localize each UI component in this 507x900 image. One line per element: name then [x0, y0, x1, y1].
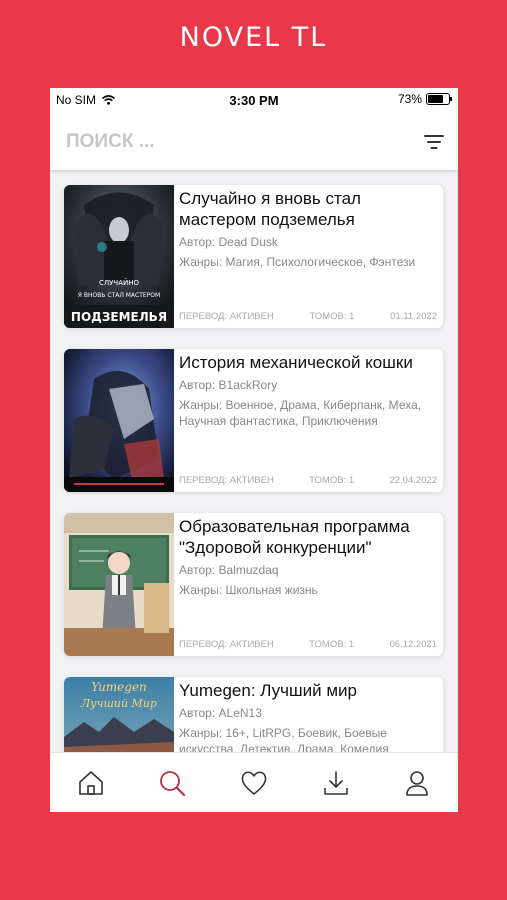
novel-card[interactable]: История механической кошки Автор: B1ackR…	[64, 349, 443, 492]
tab-profile[interactable]	[397, 763, 437, 803]
novel-author-row: Автор: Balmuzdaq	[179, 562, 437, 578]
volumes-label: ТОМОВ:	[309, 311, 347, 322]
novel-title: Случайно я вновь стал мастером подземель…	[179, 189, 361, 229]
novel-info: История механической кошки Автор: B1ackR…	[179, 349, 437, 492]
novel-date: 22.04.2022	[389, 475, 437, 486]
translation-value: АКТИВЕН	[229, 475, 274, 486]
novel-author: Balmuzdaq	[218, 563, 279, 577]
translation-label: ПЕРЕВОД:	[179, 639, 228, 650]
cover-title-line-1: Yumegen	[91, 680, 147, 694]
tab-downloads[interactable]	[316, 763, 356, 803]
novel-cover	[64, 513, 174, 656]
novel-genres-row: Жанры: 16+, LitRPG, Боевик, Боевые искус…	[179, 725, 437, 752]
novel-genres: Школьная жизнь	[225, 583, 318, 597]
app-title: NOVEL TL	[179, 22, 328, 53]
novel-info: Образовательная программа "Здоровой конк…	[179, 513, 437, 656]
search-bar	[50, 112, 458, 170]
volume-count: ТОМОВ: 1	[309, 311, 354, 322]
home-icon	[78, 771, 103, 795]
download-icon	[323, 771, 348, 795]
translation-status: ПЕРЕВОД: АКТИВЕН	[179, 311, 274, 322]
novel-author-row: Автор: B1ackRory	[179, 377, 437, 393]
author-label: Автор:	[179, 235, 216, 249]
battery-info: 73%	[397, 92, 452, 106]
volumes-label: ТОМОВ:	[309, 639, 347, 650]
volumes-value: 1	[348, 475, 355, 486]
heart-icon	[241, 771, 267, 795]
cover-title-line-3: ПОДЗЕМЕЛЬЯ	[71, 310, 167, 324]
tab-search[interactable]	[152, 763, 192, 803]
genres-label: Жанры:	[179, 583, 223, 597]
battery-percent: 73%	[397, 92, 422, 106]
cover-title-line-1: СЛУЧАЙНО	[99, 278, 140, 287]
cover-title-line-2: Я ВНОВЬ СТАЛ МАСТЕРОМ	[78, 292, 160, 299]
novel-genres-row: Жанры: Военное, Драма, Киберпанк, Меха, …	[179, 397, 437, 429]
genres-label: Жанры:	[179, 726, 223, 740]
status-bar: No SIM 3:30 PM 73%	[50, 88, 458, 112]
bottom-tab-bar	[50, 752, 458, 812]
novel-info: Случайно я вновь стал мастером подземель…	[179, 185, 437, 328]
novel-genres-row: Жанры: Магия, Психологическое, Фэнтези	[179, 254, 437, 270]
translation-status: ПЕРЕВОД: АКТИВЕН	[179, 639, 274, 650]
novel-meta: ПЕРЕВОД: АКТИВЕН ТОМОВ: 1 22.04.2022	[179, 475, 437, 486]
search-input[interactable]	[64, 126, 388, 158]
battery-icon	[426, 93, 452, 105]
genres-label: Жанры:	[179, 398, 223, 412]
translation-label: ПЕРЕВОД:	[179, 475, 228, 486]
novel-genres-row: Жанры: Школьная жизнь	[179, 582, 437, 598]
novel-author-row: Автор: Dead Dusk	[179, 234, 437, 250]
novel-author: Dead Dusk	[218, 235, 278, 249]
cover-title-line-2: Лучший Мир	[80, 697, 157, 710]
novel-cover: СЛУЧАЙНО Я ВНОВЬ СТАЛ МАСТЕРОМ ПОДЗЕМЕЛЬ…	[64, 185, 174, 328]
novel-author: B1ackRory	[218, 378, 278, 392]
novel-title: История механической кошки	[179, 353, 413, 372]
novel-title: Yumegen: Лучший мир	[179, 681, 357, 700]
translation-label: ПЕРЕВОД:	[179, 311, 228, 322]
novel-card[interactable]: Yumegen Лучший Мир Yumegen: Лучший мир А…	[64, 677, 443, 752]
tab-favorites[interactable]	[234, 763, 274, 803]
novel-genres: Магия, Психологическое, Фэнтези	[225, 255, 416, 269]
translation-status: ПЕРЕВОД: АКТИВЕН	[179, 475, 274, 486]
novel-card[interactable]: СЛУЧАЙНО Я ВНОВЬ СТАЛ МАСТЕРОМ ПОДЗЕМЕЛЬ…	[64, 185, 443, 328]
novel-meta: ПЕРЕВОД: АКТИВЕН ТОМОВ: 1 06.12.2021	[179, 639, 437, 650]
novel-date: 06.12.2021	[389, 639, 437, 650]
translation-value: АКТИВЕН	[229, 639, 274, 650]
volume-count: ТОМОВ: 1	[309, 475, 354, 486]
profile-icon	[406, 771, 428, 796]
volume-count: ТОМОВ: 1	[309, 639, 354, 650]
tab-home[interactable]	[71, 763, 111, 803]
search-icon	[160, 771, 186, 797]
volumes-value: 1	[348, 639, 355, 650]
phone-screen: No SIM 3:30 PM 73% ПОИСК ... СЛУЧАЙНО Я …	[50, 88, 458, 812]
volumes-value: 1	[349, 311, 355, 322]
author-label: Автор:	[179, 378, 216, 392]
volumes-label: ТОМОВ:	[309, 475, 347, 486]
novel-meta: ПЕРЕВОД: АКТИВЕН ТОМОВ: 1 01.11.2022	[179, 311, 437, 322]
novel-date: 01.11.2022	[390, 311, 437, 322]
novel-card[interactable]: Образовательная программа "Здоровой конк…	[64, 513, 443, 656]
author-label: Автор:	[179, 563, 216, 577]
clock: 3:30 PM	[229, 93, 279, 108]
novel-author-row: Автор: ALeN13	[179, 705, 437, 721]
author-label: Автор:	[179, 706, 216, 720]
novel-info: Yumegen: Лучший мир Автор: ALeN13 Жанры:…	[179, 677, 437, 752]
filter-icon[interactable]	[422, 130, 446, 154]
novel-author: ALeN13	[218, 706, 262, 720]
novel-list: СЛУЧАЙНО Я ВНОВЬ СТАЛ МАСТЕРОМ ПОДЗЕМЕЛЬ…	[50, 170, 458, 752]
genres-label: Жанры:	[179, 255, 223, 269]
novel-title: Образовательная программа "Здоровой конк…	[179, 517, 410, 557]
translation-value: АКТИВЕН	[229, 311, 274, 322]
novel-cover	[64, 349, 174, 492]
novel-cover: Yumegen Лучший Мир	[64, 677, 174, 752]
